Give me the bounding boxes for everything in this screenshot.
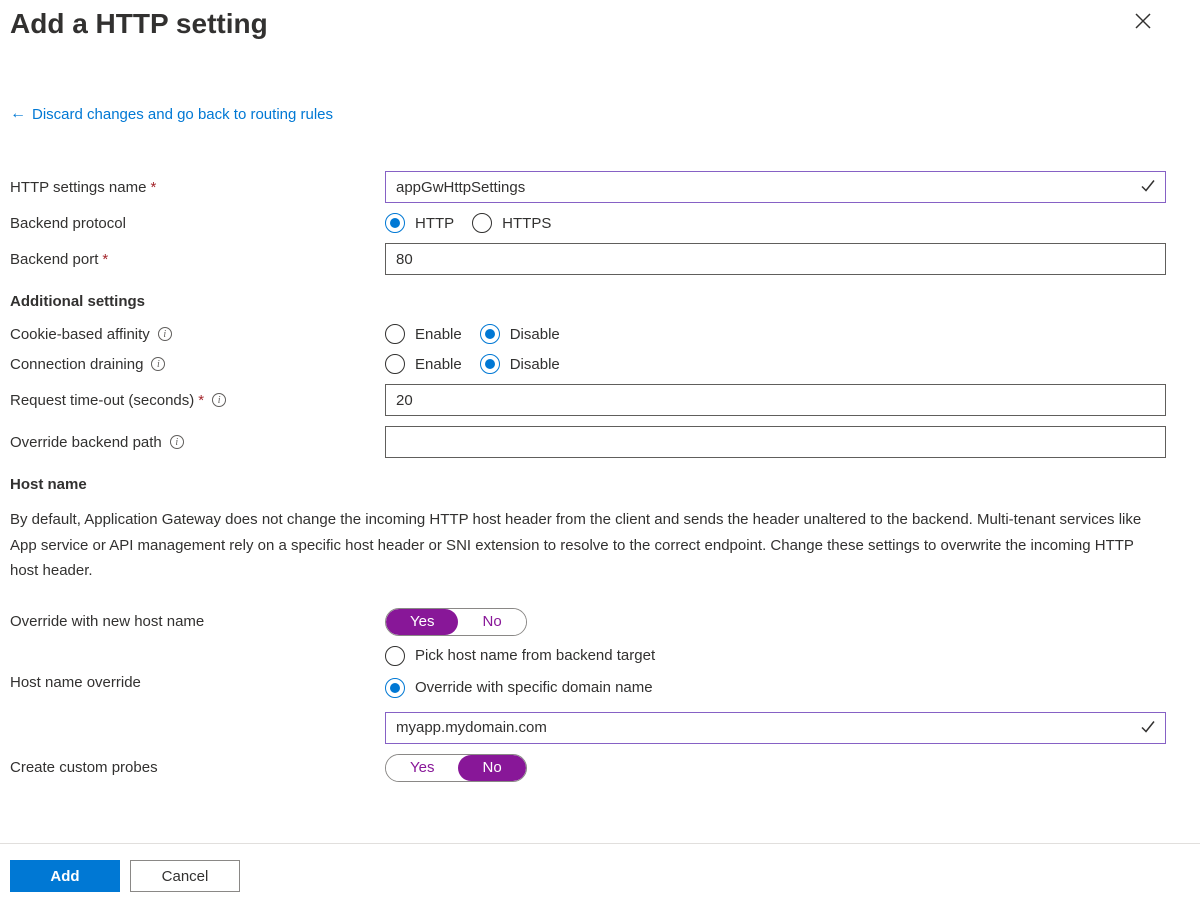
custom-probes-label: Create custom probes	[10, 759, 385, 776]
discard-link-label: Discard changes and go back to routing r…	[32, 106, 333, 123]
additional-settings-heading: Additional settings	[10, 293, 1190, 310]
hostname-override-radios: Pick host name from backend target Overr…	[385, 646, 1166, 698]
backend-protocol-radios: HTTP HTTPS	[385, 213, 1166, 233]
info-icon[interactable]: i	[212, 393, 226, 407]
arrow-left-icon: ←	[10, 105, 26, 123]
radio-cookie-disable[interactable]: Disable	[480, 324, 560, 344]
info-icon[interactable]: i	[158, 327, 172, 341]
backend-port-input[interactable]	[385, 243, 1166, 275]
backend-port-label: Backend port*	[10, 251, 385, 268]
connection-draining-radios: Enable Disable	[385, 354, 1166, 374]
request-timeout-label: Request time-out (seconds)* i	[10, 392, 385, 409]
settings-name-label: HTTP settings name*	[10, 179, 385, 196]
backend-protocol-label: Backend protocol	[10, 215, 385, 232]
toggle-probes-no[interactable]: No	[458, 755, 525, 781]
connection-draining-label: Connection draining i	[10, 356, 385, 373]
toggle-probes-yes[interactable]: Yes	[386, 755, 458, 781]
check-icon	[1140, 178, 1156, 197]
radio-http[interactable]: HTTP	[385, 213, 454, 233]
radio-https[interactable]: HTTPS	[472, 213, 551, 233]
cookie-affinity-label: Cookie-based affinity i	[10, 326, 385, 343]
info-icon[interactable]: i	[151, 357, 165, 371]
toggle-override-no[interactable]: No	[458, 609, 525, 635]
add-button[interactable]: Add	[10, 860, 120, 892]
cancel-button[interactable]: Cancel	[130, 860, 240, 892]
domain-name-input[interactable]	[385, 712, 1166, 744]
check-icon	[1140, 718, 1156, 737]
hostname-override-label: Host name override	[10, 646, 385, 691]
override-hostname-toggle: Yes No	[385, 608, 527, 636]
radio-drain-disable[interactable]: Disable	[480, 354, 560, 374]
settings-name-input[interactable]	[385, 171, 1166, 203]
page-title: Add a HTTP setting	[10, 8, 268, 40]
hostname-heading: Host name	[10, 476, 1190, 493]
override-hostname-label: Override with new host name	[10, 613, 385, 630]
hostname-description: By default, Application Gateway does not…	[10, 507, 1190, 584]
radio-drain-enable[interactable]: Enable	[385, 354, 462, 374]
request-timeout-input[interactable]	[385, 384, 1166, 416]
cookie-affinity-radios: Enable Disable	[385, 324, 1166, 344]
radio-cookie-enable[interactable]: Enable	[385, 324, 462, 344]
discard-link[interactable]: ← Discard changes and go back to routing…	[0, 95, 1200, 133]
radio-specific-domain[interactable]: Override with specific domain name	[385, 678, 1166, 698]
toggle-override-yes[interactable]: Yes	[386, 609, 458, 635]
close-icon[interactable]	[1130, 8, 1156, 37]
custom-probes-toggle: Yes No	[385, 754, 527, 782]
radio-pick-backend[interactable]: Pick host name from backend target	[385, 646, 1166, 666]
info-icon[interactable]: i	[170, 435, 184, 449]
override-backend-path-label: Override backend path i	[10, 434, 385, 451]
override-backend-path-input[interactable]	[385, 426, 1166, 458]
